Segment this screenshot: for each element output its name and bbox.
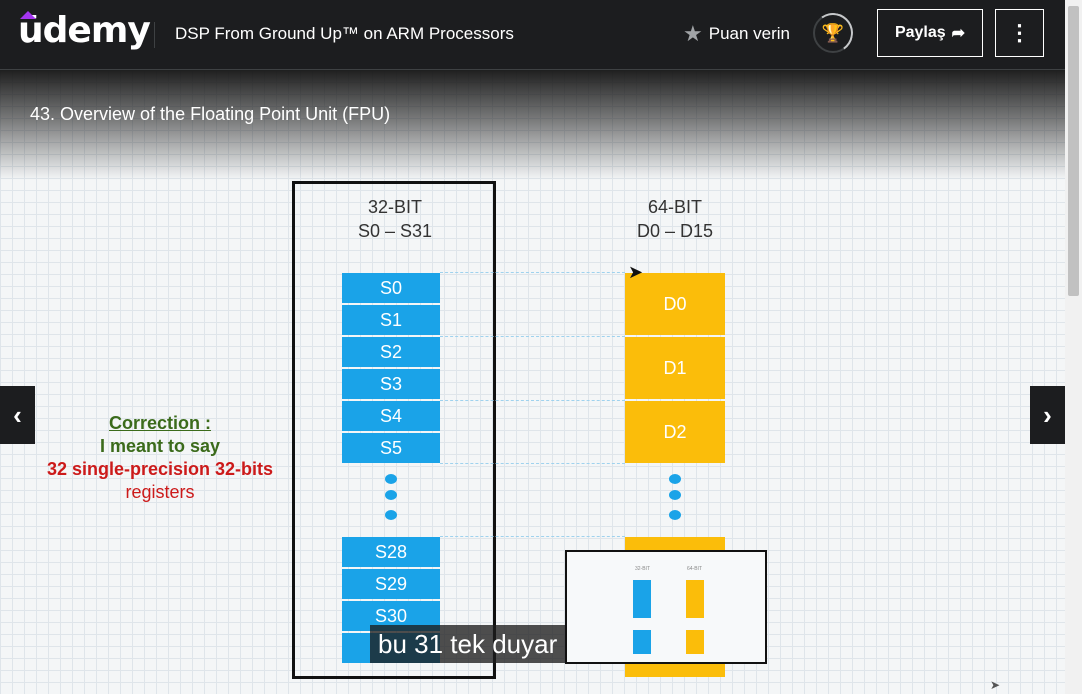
more-vertical-icon: ⋮ [1008,20,1031,45]
subtitle-caption: bu 31 tek duyar [370,625,566,663]
more-options-button[interactable]: ⋮ [995,9,1044,57]
video-player[interactable]: 43. Overview of the Floating Point Unit … [0,70,1065,694]
share-label: Paylaş [894,24,946,41]
course-title[interactable]: DSP From Ground Up™ on ARM Processors [175,24,514,44]
ellipsis-dot [385,474,397,484]
udemy-logo[interactable]: ūdemy [18,10,151,51]
thumb-label: 64-BIT [687,566,703,572]
progress-trophy-button[interactable]: 🏆 [809,9,857,57]
register-s5: S5 [342,433,440,463]
share-button[interactable]: Paylaş ➦ [877,9,983,57]
mouse-cursor-icon: ➤ [990,678,1001,692]
ellipsis-dot [669,474,681,484]
chevron-right-icon: › [1043,399,1052,430]
correction-note: Correction : I meant to say 32 single-pr… [46,413,274,502]
s-register-header: 32-BIT S0 – S31 [357,197,433,241]
register-s3: S3 [342,369,440,399]
mouse-cursor-icon: ➤ [628,262,644,282]
thumb-d-block [686,580,704,618]
link-line [440,272,625,273]
scrollbar-thumb[interactable] [1068,6,1079,296]
title-overlay [0,70,1065,180]
register-s1: S1 [342,305,440,335]
rate-course-button[interactable]: ★ Puan verin [683,21,791,46]
thumb-s-block [633,630,651,654]
progress-ring [809,9,857,57]
ellipsis-dot [385,490,397,500]
ellipsis-dot [669,510,681,520]
thumb-label: 32-BIT [635,566,651,572]
register-d1: D1 [625,337,725,399]
ellipsis-dot [385,510,397,520]
register-s2: S2 [342,337,440,367]
share-arrow-icon: ➦ [951,25,966,42]
thumb-s-block [633,580,651,618]
star-icon: ★ [683,21,703,46]
register-s4: S4 [342,401,440,431]
link-line [440,336,625,337]
previous-lecture-button[interactable]: ‹ [0,386,35,444]
register-d2: D2 [625,401,725,463]
register-s0: S0 [342,273,440,303]
link-line [440,400,625,401]
rate-label: Puan verin [708,24,791,43]
link-line [440,536,625,537]
d-register-header: 64-BIT D0 – D15 [636,197,714,241]
logo-mark [20,11,36,19]
next-lecture-button[interactable]: › [1030,386,1065,444]
register-s29: S29 [342,569,440,599]
chevron-left-icon: ‹ [13,399,22,430]
thumb-d-block [686,630,704,654]
link-line [440,463,625,464]
header-divider [154,22,155,48]
top-bar: ūdemy DSP From Ground Up™ on ARM Process… [0,0,1065,70]
ellipsis-dot [669,490,681,500]
register-s28: S28 [342,537,440,567]
scrub-preview-thumbnail: 32-BIT 64-BIT [565,550,767,664]
lecture-title: 43. Overview of the Floating Point Unit … [30,104,391,124]
